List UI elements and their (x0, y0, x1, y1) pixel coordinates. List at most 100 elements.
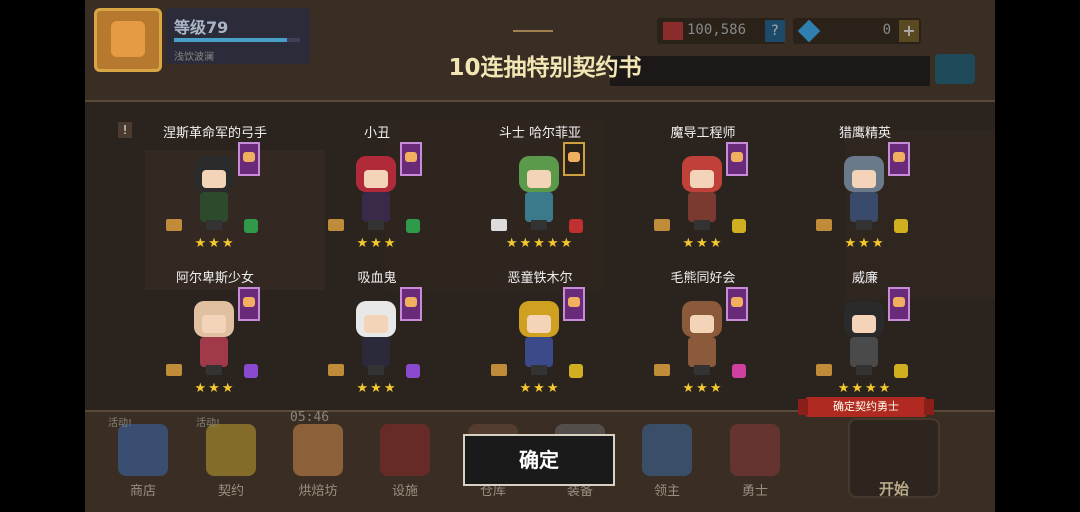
hero-card[interactable]: 斗士 哈尔菲亚 ★★★★★ (465, 122, 615, 252)
dock-item-label: 商店 (129, 484, 156, 499)
hero-legs (856, 220, 872, 230)
hero-name: 吸血鬼 (357, 271, 397, 286)
dock-item-icon (206, 424, 256, 476)
hero-legs (368, 365, 384, 375)
star-rating: ★★★★ (837, 381, 893, 396)
hero-legs (206, 220, 222, 230)
hero-sprite (674, 150, 730, 232)
hero-card[interactable]: 小丑 ★★★ (302, 122, 452, 252)
hero-face (852, 170, 876, 188)
hero-card[interactable]: 涅斯革命军的弓手 ★★★ ! (118, 122, 290, 252)
hero-name: 涅斯革命军的弓手 (162, 126, 267, 141)
add-gems-button[interactable]: + (899, 20, 919, 42)
star-rating: ★★★★★ (505, 236, 575, 251)
hero-body (525, 192, 553, 222)
hero-sprite (186, 150, 242, 232)
start-label[interactable]: 开始 (848, 478, 940, 499)
hero-sprite (836, 150, 892, 232)
hero-name: 魔导工程师 (670, 126, 736, 141)
hero-card[interactable]: 阿尔卑斯少女 ★★★ (140, 267, 290, 397)
hero-card[interactable]: 威廉 ★★★★ (790, 267, 940, 397)
weapon-type-icon (894, 364, 908, 378)
hero-body (525, 337, 553, 367)
dock-item-label: 设施 (391, 484, 418, 499)
weapon-type-icon (406, 364, 420, 378)
hero-name: 小丑 (363, 126, 390, 141)
contract-scroll-icon (491, 364, 507, 376)
star-rating: ★★★ (682, 381, 724, 396)
weapon-type-icon (732, 364, 746, 378)
hero-legs (531, 220, 547, 230)
dock-item[interactable]: 勇士 (720, 418, 790, 508)
hero-card[interactable]: 吸血鬼 ★★★ (302, 267, 452, 397)
weapon-type-icon (569, 364, 583, 378)
hero-sprite (511, 150, 567, 232)
weapon-type-icon (244, 219, 258, 233)
hero-face (527, 315, 551, 333)
dock-item[interactable]: 设施 (370, 418, 440, 508)
hero-name: 恶童铁木尔 (507, 271, 573, 286)
dock-item-tag: 活动! (196, 418, 221, 429)
hero-face (202, 315, 226, 333)
hero-body (688, 337, 716, 367)
hero-card[interactable]: 毛熊同好会 ★★★ (628, 267, 778, 397)
dock-item-tag: 活动! (108, 418, 133, 429)
confirm-button[interactable]: 确定 (463, 434, 615, 486)
hero-card[interactable]: 猎鹰精英 ★★★ (790, 122, 940, 252)
star-rating: ★★★ (519, 381, 561, 396)
contract-scroll-icon (166, 219, 182, 231)
dock-item[interactable]: 活动! 契约 (196, 418, 266, 508)
hero-name: 猎鹰精英 (838, 126, 891, 141)
gold-value: 100,586 (687, 22, 747, 38)
hero-name: 毛熊同好会 (670, 271, 736, 286)
star-rating: ★★★ (844, 236, 886, 251)
left-letterbox (0, 0, 85, 512)
hero-body (688, 192, 716, 222)
dock-item-icon (642, 424, 692, 476)
recommend-ribbon: 确定契约勇士 (798, 397, 934, 417)
gem-icon (797, 19, 821, 43)
hero-body (200, 192, 228, 222)
player-avatar[interactable] (94, 8, 162, 72)
hero-sprite (186, 295, 242, 377)
hero-face (527, 170, 551, 188)
dock-item[interactable]: 领主 (632, 418, 702, 508)
gold-icon (663, 22, 683, 40)
chat-button[interactable] (935, 54, 975, 84)
help-button[interactable]: ? (765, 20, 785, 42)
alert-icon: ! (118, 122, 132, 138)
dock-item-icon (730, 424, 780, 476)
hero-legs (694, 220, 710, 230)
hero-legs (368, 220, 384, 230)
dock-item[interactable]: 活动! 商店 (108, 418, 178, 508)
hero-face (690, 315, 714, 333)
weapon-type-icon (406, 219, 420, 233)
hero-card[interactable]: 恶童铁木尔 ★★★ (465, 267, 615, 397)
hero-name: 斗士 哈尔菲亚 (498, 126, 582, 141)
hero-face (690, 170, 714, 188)
hero-card[interactable]: 魔导工程师 ★★★ (628, 122, 778, 252)
weapon-type-icon (894, 219, 908, 233)
star-rating: ★★★ (356, 381, 398, 396)
dock-item-label: 勇士 (741, 484, 768, 499)
hero-face (852, 315, 876, 333)
hero-sprite (674, 295, 730, 377)
contract-scroll-icon (654, 364, 670, 376)
hero-legs (856, 365, 872, 375)
star-rating: ★★★ (194, 236, 236, 251)
star-rating: ★★★ (356, 236, 398, 251)
dock-item-icon (293, 424, 343, 476)
level-text: 等级79 (174, 18, 229, 37)
dock-item-label: 领主 (653, 484, 680, 499)
contract-scroll-icon (328, 364, 344, 376)
dock-item[interactable]: 烘焙坊 (283, 418, 353, 508)
weapon-type-icon (244, 364, 258, 378)
hero-name: 威廉 (851, 271, 878, 286)
hero-face (364, 170, 388, 188)
hero-name: 阿尔卑斯少女 (175, 271, 254, 286)
hero-legs (531, 365, 547, 375)
level-panel: 等级79 浅饮波澜 (166, 8, 310, 64)
hero-body (850, 192, 878, 222)
dialog-title: 10连抽特别契约书 (448, 55, 642, 81)
star-rating: ★★★ (194, 381, 236, 396)
